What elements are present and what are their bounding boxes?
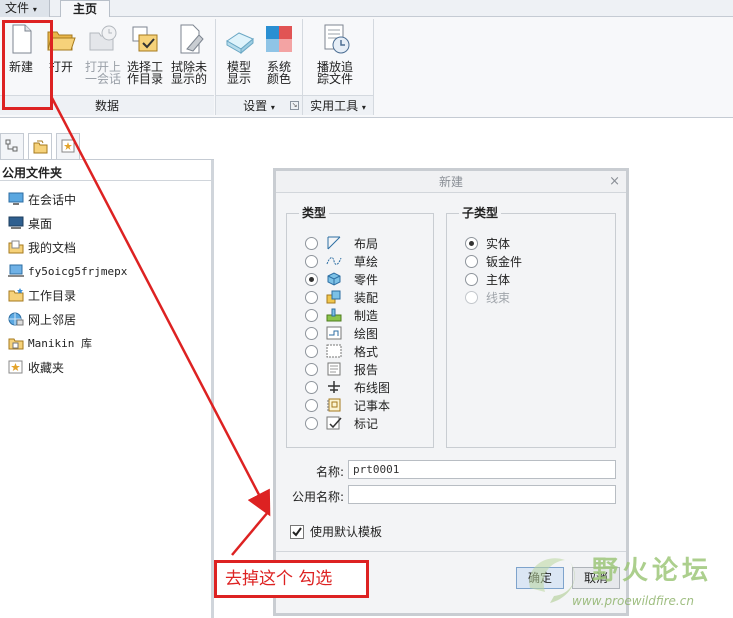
forum-watermark: 野火论坛 www.proewildfire.cn	[520, 548, 733, 618]
annotation-note: 去掉这个 勾选	[214, 560, 369, 598]
watermark-url: www.proewildfire.cn	[572, 594, 694, 608]
watermark-title: 野火论坛	[592, 556, 713, 586]
annotation-arrow	[50, 97, 271, 556]
